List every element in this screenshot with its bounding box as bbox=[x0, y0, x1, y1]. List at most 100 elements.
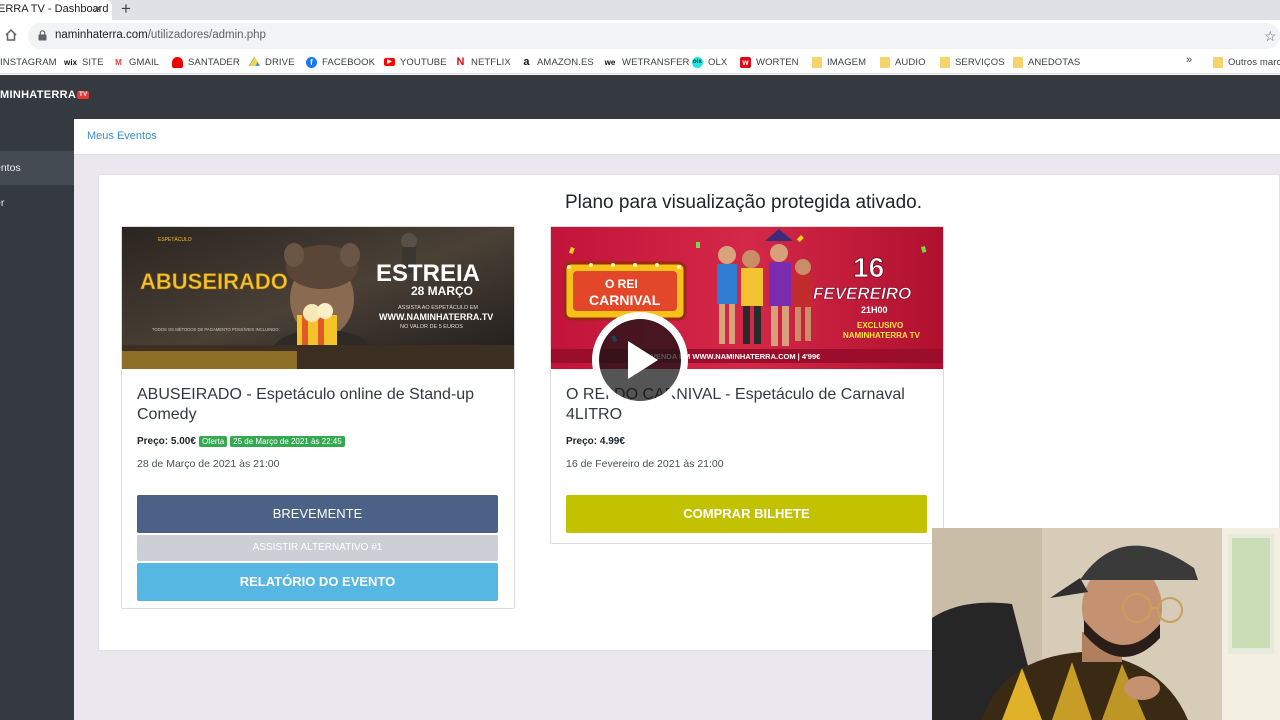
poster-small1: ASSISTA AO ESPETÁCULO EM bbox=[398, 304, 478, 311]
plan-message-text: Plano para visualização protegida ativad… bbox=[565, 192, 923, 213]
brand-badge: TV bbox=[77, 91, 90, 99]
bookmark-label: SERVIÇOS bbox=[955, 56, 1005, 68]
bookmark-label: FACEBOOK bbox=[322, 56, 376, 68]
bookmark-label: SITE bbox=[82, 56, 104, 68]
bookmark-facebook[interactable]: f FACEBOOK bbox=[306, 55, 375, 69]
poster-time: 21H00 bbox=[861, 305, 888, 315]
url-path: /utilizadores/admin.php bbox=[147, 29, 266, 41]
event-date: 28 de Março de 2021 às 21:00 bbox=[137, 458, 280, 470]
folder-icon bbox=[940, 56, 950, 68]
home-icon[interactable] bbox=[4, 28, 18, 42]
offer-badge: Oferta bbox=[198, 436, 228, 447]
gmail-icon: M bbox=[113, 56, 124, 68]
bookmark-label: AUDIO bbox=[895, 56, 926, 68]
bookmark-label: YOUTUBE bbox=[400, 56, 447, 68]
abuseirado-poster-art: ESPETÁCULO ABUSEIRADO ESTREIA 28 MARÇO A… bbox=[122, 227, 514, 369]
tab-strip: ERRA TV - Dashboard × + bbox=[0, 0, 1280, 20]
poster-month: FEVEREIRO bbox=[813, 284, 911, 303]
bookmark-label: DRIVE bbox=[265, 56, 295, 68]
brand-logo[interactable]: MINHATERRA TV bbox=[0, 89, 90, 101]
webcam-video bbox=[932, 528, 1280, 720]
folder-icon bbox=[880, 56, 890, 68]
bookmarks-overflow-icon[interactable]: » bbox=[1186, 54, 1192, 66]
bookmark-label: WETRANSFER bbox=[622, 56, 690, 68]
new-tab-button[interactable]: + bbox=[121, 0, 131, 19]
sidebar-item-eventos[interactable]: entos bbox=[0, 151, 74, 185]
url-text: naminhaterra.com/utilizadores/admin.php bbox=[55, 29, 266, 41]
sidebar-item-second[interactable]: er bbox=[0, 186, 74, 220]
bookmark-santader[interactable]: SANTADER bbox=[172, 55, 240, 69]
buy-ticket-button[interactable]: COMPRAR BILHETE bbox=[566, 495, 927, 533]
brand-name: MINHATERRA bbox=[0, 89, 77, 101]
event-date: 16 de Fevereiro de 2021 às 21:00 bbox=[566, 458, 724, 470]
bookmark-wetransfer[interactable]: we WETRANSFER bbox=[603, 55, 690, 69]
breadcrumb-bar: Meus Eventos bbox=[74, 119, 1280, 155]
browser-toolbar: naminhaterra.com/utilizadores/admin.php … bbox=[0, 20, 1280, 50]
poster-top-label: ESPETÁCULO bbox=[158, 236, 192, 243]
tab-title: ERRA TV - Dashboard bbox=[0, 3, 109, 15]
poster-title-top: O REI bbox=[605, 277, 638, 291]
poster-small2: NO VALOR DE 5 EUROS bbox=[400, 324, 463, 330]
bookmark-netflix[interactable]: N NETFLIX bbox=[455, 55, 511, 69]
bookmark-label: AMAZON.ES bbox=[537, 56, 594, 68]
poster-channel: NAMINHATERRA TV bbox=[843, 331, 921, 340]
folder-icon bbox=[1213, 56, 1223, 68]
watch-alternative-button[interactable]: ASSISTIR ALTERNATIVO #1 bbox=[137, 535, 498, 561]
bookmark-worten[interactable]: w WORTEN bbox=[740, 55, 799, 69]
worten-icon: w bbox=[740, 56, 751, 68]
poster-title-bottom: CARNIVAL bbox=[589, 292, 661, 308]
wix-icon: wix bbox=[64, 56, 78, 68]
bookmark-label: OLX bbox=[708, 56, 728, 68]
play-button-overlay[interactable] bbox=[592, 312, 688, 408]
poster-day: 16 bbox=[853, 252, 884, 283]
offer-date-badge: 25 de Março de 2021 às 22:45 bbox=[230, 436, 345, 447]
santander-icon bbox=[172, 56, 183, 68]
event-price: Preço: 4.99€ bbox=[566, 436, 625, 447]
event-poster[interactable]: ESPETÁCULO ABUSEIRADO ESTREIA 28 MARÇO A… bbox=[122, 227, 514, 369]
bookmark-gmail[interactable]: M GMAIL bbox=[113, 55, 159, 69]
event-report-button[interactable]: RELATÓRIO DO EVENTO bbox=[137, 563, 498, 601]
bookmark-youtube[interactable]: ▶ YOUTUBE bbox=[384, 55, 447, 69]
price-row: Preço: 4.99€ bbox=[566, 436, 628, 447]
folder-icon bbox=[1013, 56, 1023, 68]
sidebar: entos er bbox=[0, 119, 74, 720]
bookmarks-bar: INSTAGRAM wix SITE M GMAIL SANTADER DRIVE … bbox=[0, 50, 1280, 74]
bookmark-label: NETFLIX bbox=[471, 56, 511, 68]
event-price: Preço: 5.00€ bbox=[137, 436, 196, 447]
bookmark-folder-imagem[interactable]: IMAGEM bbox=[812, 55, 866, 69]
poster-site: WWW.NAMINHATERRA.TV bbox=[379, 312, 493, 322]
webcam-feed bbox=[932, 528, 1280, 720]
bookmark-label: INSTAGRAM bbox=[0, 56, 57, 68]
bookmark-amazon[interactable]: a AMAZON.ES bbox=[521, 55, 594, 69]
event-title: ABUSEIRADO - Espetáculo online de Stand-… bbox=[137, 386, 475, 423]
url-host: naminhaterra.com bbox=[55, 29, 148, 41]
olx-icon: olx bbox=[692, 56, 703, 68]
bookmark-label: GMAIL bbox=[129, 56, 160, 68]
bookmark-instagram[interactable]: INSTAGRAM bbox=[0, 55, 57, 69]
browser-tab[interactable]: ERRA TV - Dashboard × bbox=[0, 0, 112, 20]
bookmark-folder-servicos[interactable]: SERVIÇOS bbox=[940, 55, 1005, 69]
bookmark-star-icon[interactable]: ☆ bbox=[1264, 28, 1277, 45]
bookmark-label: Outros marc bbox=[1228, 56, 1280, 68]
bookmark-folder-other[interactable]: Outros marc bbox=[1213, 55, 1280, 69]
price-row: Preço: 5.00€ Oferta 25 de Março de 2021 … bbox=[137, 436, 348, 447]
brevemente-button[interactable]: BREVEMENTE bbox=[137, 495, 498, 533]
youtube-icon: ▶ bbox=[384, 58, 395, 66]
event-card: ESPETÁCULO ABUSEIRADO ESTREIA 28 MARÇO A… bbox=[121, 226, 515, 609]
bookmark-label: ANEDOTAS bbox=[1028, 56, 1081, 68]
sidebar-item-label: er bbox=[0, 197, 5, 209]
bookmark-olx[interactable]: olx OLX bbox=[692, 55, 727, 69]
poster-note: TODOS OS MÉTODOS DE PAGAMENTO POSSÍVEIS … bbox=[152, 327, 280, 332]
bookmark-folder-audio[interactable]: AUDIO bbox=[880, 55, 926, 69]
tab-close-icon[interactable]: × bbox=[94, 1, 102, 16]
bookmark-folder-anedotas[interactable]: ANEDOTAS bbox=[1013, 55, 1080, 69]
bookmark-label: IMAGEM bbox=[827, 56, 867, 68]
breadcrumb-link[interactable]: Meus Eventos bbox=[87, 130, 157, 142]
play-icon bbox=[628, 341, 658, 379]
poster-title: ABUSEIRADO bbox=[140, 269, 288, 294]
bookmark-drive[interactable]: DRIVE bbox=[249, 55, 295, 69]
address-bar[interactable]: naminhaterra.com/utilizadores/admin.php … bbox=[28, 23, 1280, 49]
bookmark-label: SANTADER bbox=[188, 56, 240, 68]
sidebar-item-label: entos bbox=[0, 162, 21, 174]
bookmark-site[interactable]: wix SITE bbox=[64, 55, 104, 69]
